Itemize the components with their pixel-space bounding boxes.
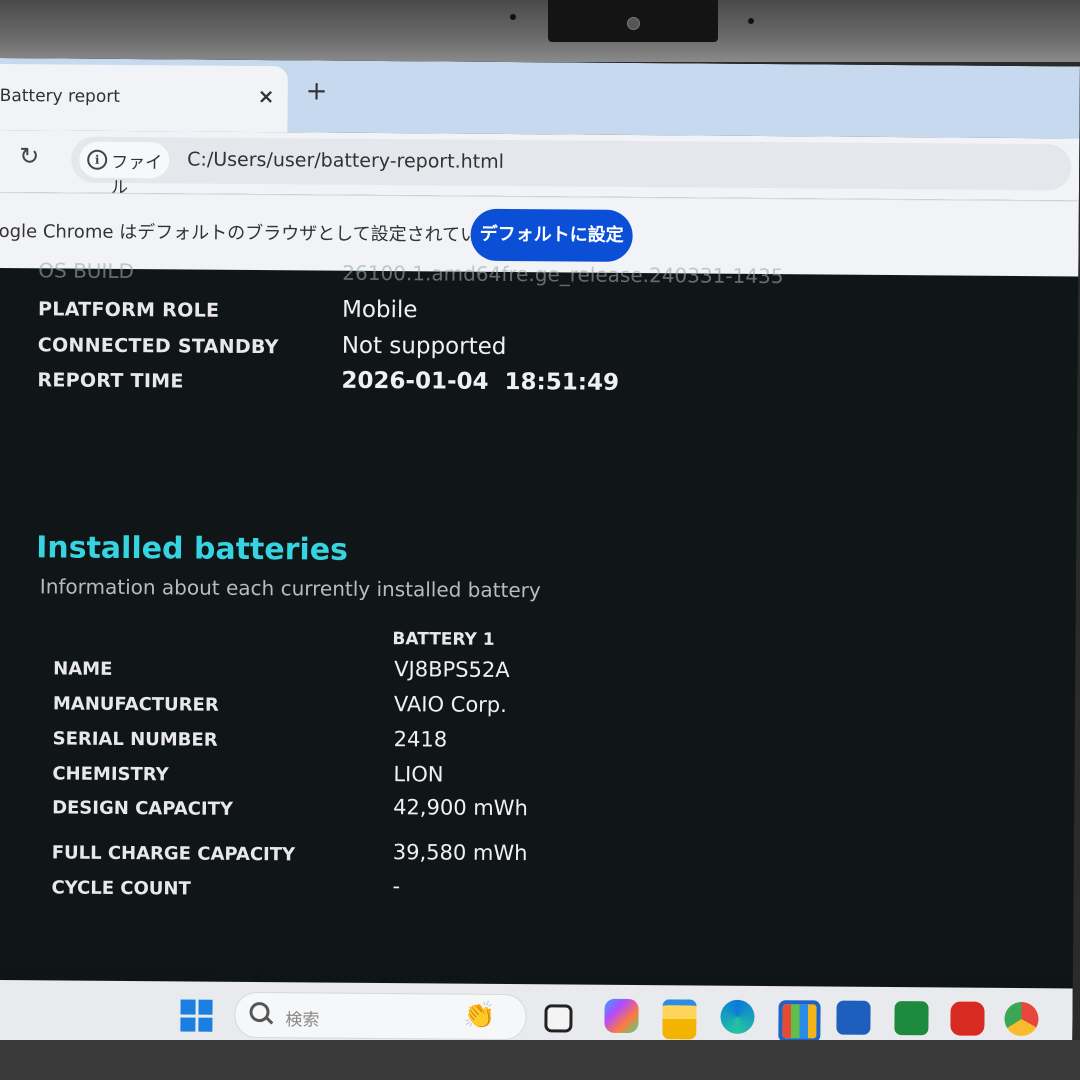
section-title-installed-batteries: Installed batteries <box>36 530 349 568</box>
edge-icon[interactable] <box>720 999 755 1034</box>
taskbar-search-box[interactable]: 検索 👏 <box>234 991 527 1041</box>
set-default-button[interactable]: デフォルトに設定 <box>470 208 633 262</box>
battery-label-full-charge-capacity: FULL CHARGE CAPACITY <box>51 842 296 866</box>
battery-label-design-capacity: DESIGN CAPACITY <box>52 797 234 820</box>
new-tab-button[interactable]: + <box>306 76 328 106</box>
tab-battery-report[interactable]: Battery report × <box>0 63 288 133</box>
sys-label-platform-role: PLATFORM ROLE <box>37 298 220 322</box>
tab-title: Battery report <box>0 85 121 107</box>
search-icon <box>249 1001 270 1023</box>
laptop-bezel-bottom <box>0 1040 1080 1080</box>
task-view-icon[interactable] <box>544 1004 573 1033</box>
url-text[interactable]: C:/Users/user/battery-report.html <box>187 148 504 172</box>
battery-value-name: VJ8BPS52A <box>394 657 510 683</box>
battery-value-design-capacity: 42,900 mWh <box>393 795 528 821</box>
close-icon[interactable]: × <box>258 84 275 108</box>
reload-icon[interactable]: ↻ <box>19 142 39 170</box>
screen: Battery report × + ↻ i ファイル C:/Users/use… <box>0 58 1080 1067</box>
battery-label-manufacturer: MANUFACTURER <box>52 693 219 716</box>
battery-value-cycle-count: - <box>392 874 401 899</box>
sys-value-partial: 26100.1.amd64fre.ge_release.240331-1435 <box>342 260 784 289</box>
battery-label-cycle-count: CYCLE COUNT <box>51 877 191 900</box>
windows-start-icon[interactable] <box>180 999 213 1032</box>
site-info-label: ファイル <box>110 152 163 199</box>
battery-label-chemistry: CHEMISTRY <box>52 763 169 786</box>
word-icon[interactable] <box>836 1000 871 1035</box>
battery-value-manufacturer: VAIO Corp. <box>393 692 507 718</box>
laptop-bezel <box>0 0 1080 62</box>
battery-value-chemistry: LION <box>393 762 444 787</box>
excel-icon[interactable] <box>894 1001 929 1036</box>
section-subtitle: Information about each currently install… <box>39 574 541 603</box>
battery-value-serial-number: 2418 <box>393 727 448 752</box>
chrome-icon[interactable] <box>1004 1001 1039 1037</box>
battery-label-serial-number: SERIAL NUMBER <box>52 728 218 751</box>
sys-label-report-time: REPORT TIME <box>37 369 184 393</box>
site-info-chip[interactable]: i ファイル <box>79 141 170 198</box>
sys-value-report-time: 2026-01-04 18:51:49 <box>341 367 620 396</box>
search-placeholder: 検索 <box>285 1010 320 1031</box>
copilot-icon[interactable] <box>604 998 639 1034</box>
sys-label-connected-standby: CONNECTED STANDBY <box>37 334 279 359</box>
sensor-dot <box>510 14 516 20</box>
sys-label-partial: OS BUILD <box>38 258 135 284</box>
file-explorer-icon[interactable] <box>662 999 697 1040</box>
sys-value-connected-standby: Not supported <box>341 332 507 360</box>
infobar-message: ogle Chrome はデフォルトのブラウザとして設定されていません <box>0 220 532 247</box>
search-highlight-icon: 👏 <box>463 1000 496 1031</box>
sys-value-platform-role: Mobile <box>341 296 418 324</box>
battery-label-name: NAME <box>53 658 113 680</box>
webcam-icon <box>627 17 640 30</box>
info-icon: i <box>87 149 108 170</box>
acrobat-icon[interactable] <box>950 1001 985 1036</box>
address-bar[interactable]: i ファイル C:/Users/user/battery-report.html <box>71 136 1072 198</box>
battery-value-full-charge-capacity: 39,580 mWh <box>392 840 528 866</box>
battery-report-page: OS BUILD 26100.1.amd64fre.ge_release.240… <box>0 258 1079 977</box>
store-icon[interactable] <box>778 1000 821 1043</box>
sensor-dot <box>748 18 754 24</box>
browser-toolbar: ↻ i ファイル C:/Users/user/battery-report.ht… <box>0 129 1080 201</box>
battery-column-header: BATTERY 1 <box>392 629 495 650</box>
tab-strip: Battery report × + <box>0 58 1080 139</box>
